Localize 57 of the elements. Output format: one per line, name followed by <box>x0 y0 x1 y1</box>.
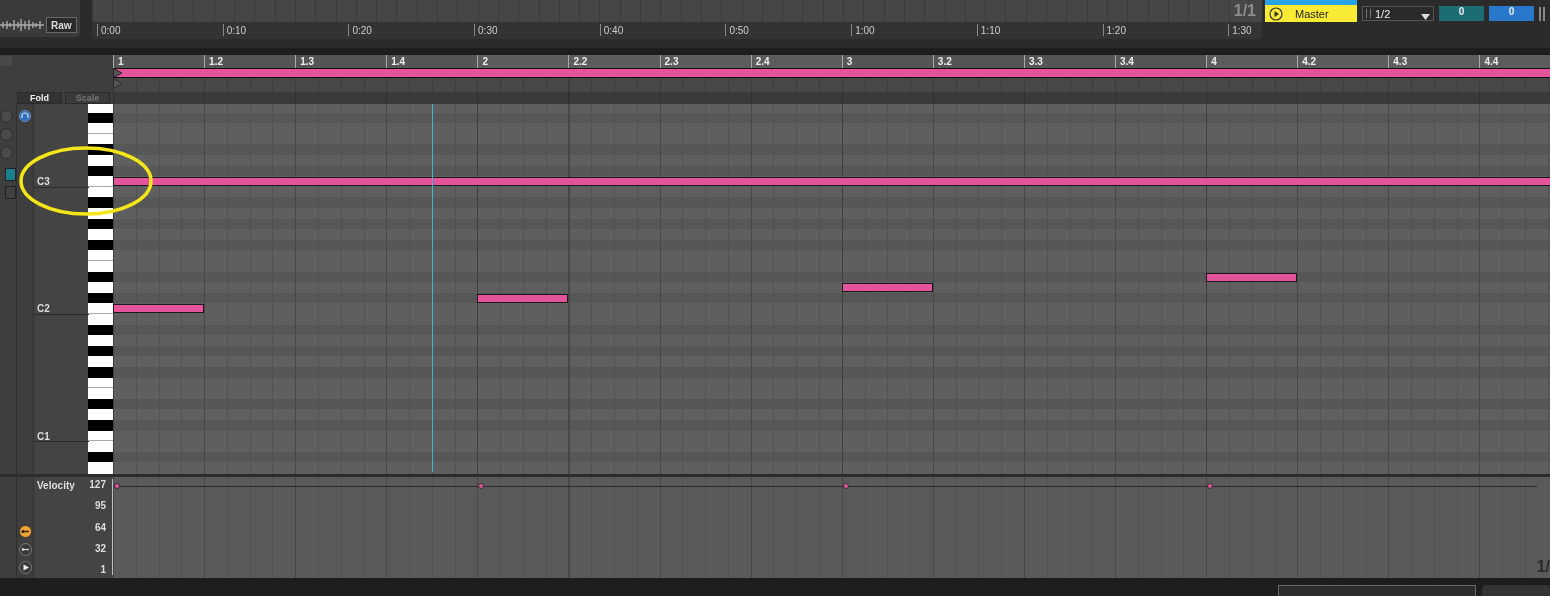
number-field[interactable]: 0 <box>1439 6 1484 21</box>
octave-label: C1 <box>36 430 50 442</box>
time-label: 1:20 <box>1102 24 1229 36</box>
piano-keyboard-drawing[interactable] <box>88 104 113 474</box>
octave-label: C3 <box>36 176 50 188</box>
beat-label: 2 <box>477 55 569 68</box>
ruler-handle[interactable] <box>0 56 12 66</box>
line-tool-icon[interactable] <box>18 543 32 556</box>
time-label: 0:20 <box>348 24 475 36</box>
velocity-tick: 32 <box>94 542 106 554</box>
play-icon <box>1269 6 1283 21</box>
square-button[interactable] <box>5 168 16 181</box>
midi-note[interactable] <box>1206 272 1298 282</box>
page-indicator: 1/1 <box>1233 2 1256 20</box>
beat-label: 4 <box>1206 55 1298 68</box>
grip-icon <box>1539 7 1545 21</box>
headphones-icon[interactable] <box>19 110 31 122</box>
beat-label: 4.4 <box>1479 55 1550 68</box>
midi-note[interactable] <box>841 283 933 293</box>
pen-tool-icon[interactable] <box>18 525 32 538</box>
beat-label: 2.3 <box>659 55 751 68</box>
quantize-dropdown[interactable]: 1/2 <box>1362 6 1434 21</box>
caret-icon <box>1421 14 1430 20</box>
play-icon[interactable] <box>18 561 32 574</box>
time-label: 0:40 <box>599 24 726 36</box>
beat-label: 4.3 <box>1388 55 1480 68</box>
end-marker-icon[interactable] <box>113 78 123 89</box>
time-label: 1:30 <box>1228 24 1354 36</box>
velocity-tick: 64 <box>94 521 106 533</box>
waveform-icon <box>0 18 44 32</box>
beat-label: 4.2 <box>1297 55 1389 68</box>
velocity-tick: 127 <box>89 479 106 490</box>
midi-note[interactable] <box>477 293 569 303</box>
time-label: 0:00 <box>97 24 223 36</box>
beat-label: 2.4 <box>750 55 842 68</box>
velocity-handle[interactable] <box>1207 483 1214 489</box>
velocity-handle[interactable] <box>478 483 485 489</box>
velocity-tick: 1 <box>100 564 106 575</box>
velocity-tick: 95 <box>94 500 106 512</box>
clip-loop-bar[interactable] <box>113 68 1550 78</box>
track-button[interactable]: Master <box>1265 5 1357 22</box>
time-ruler[interactable]: 1/1 0:00 0:10 0:20 0:30 0:40 0:50 1:00 1:10 1:20 1:30 <box>92 0 1262 39</box>
time-label: 0:50 <box>725 24 852 36</box>
time-label: 0:10 <box>222 24 349 36</box>
octave-label: C2 <box>36 303 50 315</box>
marker-lane[interactable] <box>113 78 1550 92</box>
time-label: 0:30 <box>474 24 600 36</box>
velocity-label: Velocity <box>37 480 75 493</box>
number-field[interactable]: 0 <box>1489 6 1534 21</box>
beat-label: 2.2 <box>568 55 660 68</box>
midi-note[interactable] <box>113 177 1550 187</box>
time-label: 1:10 <box>976 24 1103 36</box>
raw-button[interactable]: Raw <box>46 17 77 33</box>
midi-note[interactable] <box>113 304 205 314</box>
time-label: 1:00 <box>851 24 977 36</box>
fold-button[interactable]: Fold <box>17 92 62 104</box>
velocity-handle[interactable] <box>842 483 849 489</box>
